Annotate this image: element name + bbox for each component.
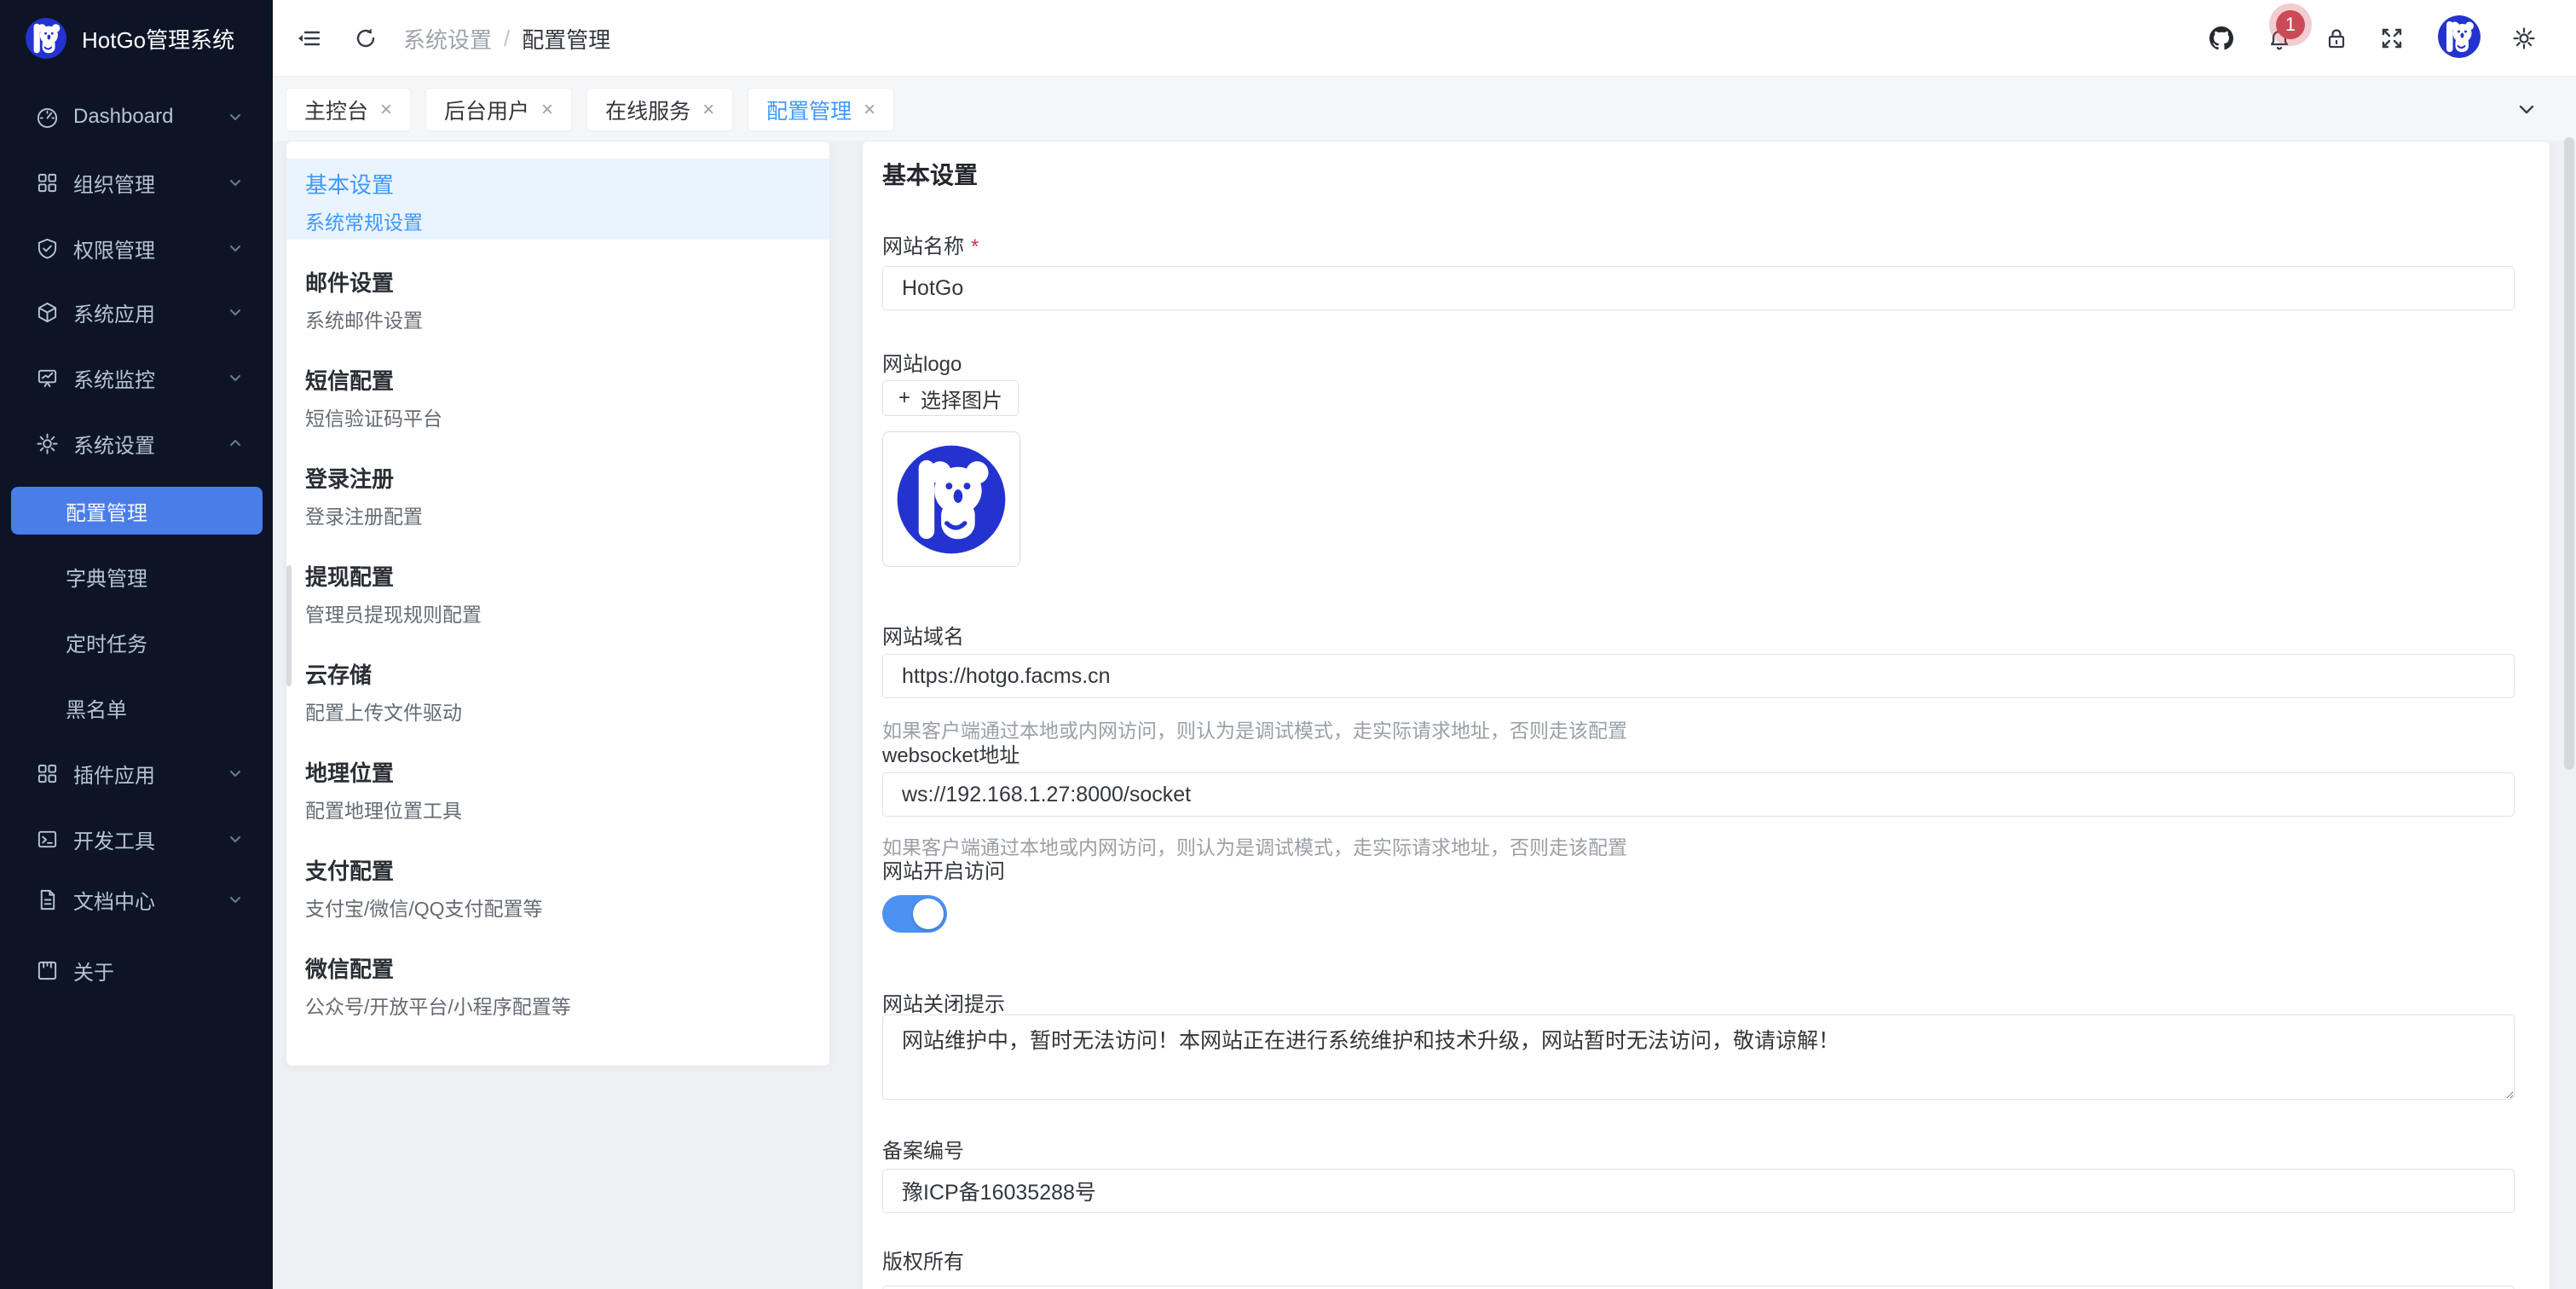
copyright-input[interactable] <box>882 1286 2515 1289</box>
terminal-icon <box>36 828 59 851</box>
icp-label: 备案编号 <box>882 1134 964 1164</box>
menu-item-basic-settings[interactable]: 基本设置 系统常规设置 <box>286 159 829 240</box>
content-area: 基本设置 系统常规设置 邮件设置 系统邮件设置 短信配置 短信验证码平台 登录注… <box>273 141 2576 1289</box>
chevron-down-icon <box>227 830 244 847</box>
toggle-knob <box>913 899 944 929</box>
websocket-input[interactable] <box>882 772 2515 817</box>
app-logo-icon <box>26 18 66 59</box>
site-access-toggle[interactable] <box>882 895 947 933</box>
menu-item-login-register[interactable]: 登录注册 登录注册配置 <box>286 453 829 534</box>
sidebar-item-cron-tasks[interactable]: 定时任务 <box>11 618 263 666</box>
chevron-down-icon <box>227 174 244 191</box>
sidebar-item-config-management[interactable]: 配置管理 <box>11 487 263 535</box>
sidebar-item-about[interactable]: 关于 <box>11 946 263 994</box>
menu-item-mail-settings[interactable]: 邮件设置 系统邮件设置 <box>286 257 829 338</box>
close-icon[interactable]: × <box>380 100 392 120</box>
sidebar-item-organization[interactable]: 组织管理 <box>11 159 263 206</box>
closed-tip-label: 网站关闭提示 <box>882 987 1005 1017</box>
dashboard-icon <box>36 106 59 129</box>
breadcrumb-parent[interactable]: 系统设置 <box>403 23 492 55</box>
sidebar-item-system-apps[interactable]: 系统应用 <box>11 288 263 336</box>
sidebar-item-dev-tools[interactable]: 开发工具 <box>11 815 263 863</box>
chevron-down-icon <box>227 765 244 782</box>
grid-icon <box>36 171 59 194</box>
notification-badge: 1 <box>2276 10 2305 39</box>
sidebar-item-dictionary[interactable]: 字典管理 <box>11 552 263 600</box>
sidebar-item-permissions[interactable]: 权限管理 <box>11 224 263 272</box>
tab-dashboard[interactable]: 主控台 × <box>286 88 411 131</box>
site-access-label: 网站开启访问 <box>882 854 1005 884</box>
pick-image-button[interactable]: + 选择图片 <box>882 380 1019 416</box>
app-logo-row[interactable]: HotGo管理系统 <box>0 0 273 77</box>
cube-icon <box>36 301 59 324</box>
menu-scrollbar-thumb[interactable] <box>286 565 292 686</box>
chevron-down-icon <box>227 891 244 908</box>
chevron-down-icon <box>227 303 244 321</box>
close-icon[interactable]: × <box>541 100 553 120</box>
menu-item-sms-settings[interactable]: 短信配置 短信验证码平台 <box>286 355 829 436</box>
refresh-icon[interactable] <box>354 26 378 50</box>
chevron-up-icon <box>227 435 244 452</box>
close-icon[interactable]: × <box>702 100 714 120</box>
menu-item-cloud-storage[interactable]: 云存储 配置上传文件驱动 <box>286 649 829 730</box>
breadcrumb-separator: / <box>504 26 510 52</box>
sidebar-item-plugins[interactable]: 插件应用 <box>11 749 263 797</box>
chevron-down-icon[interactable] <box>2516 99 2537 119</box>
site-logo-label: 网站logo <box>882 347 962 377</box>
site-domain-label: 网站域名 <box>882 620 964 650</box>
lock-icon[interactable] <box>2325 26 2348 50</box>
plus-icon: + <box>898 386 910 410</box>
menu-item-payment-settings[interactable]: 支付配置 支付宝/微信/QQ支付配置等 <box>286 845 829 926</box>
document-icon <box>36 888 59 911</box>
menu-item-wechat-settings[interactable]: 微信配置 公众号/开放平台/小程序配置等 <box>286 943 829 1024</box>
basic-settings-form: 基本设置 网站名称* 网站logo + 选择图片 网站域名 如果客户端通过本地或… <box>863 142 2550 1289</box>
required-asterisk: * <box>971 235 979 258</box>
form-title: 基本设置 <box>882 157 978 191</box>
chevron-down-icon <box>227 240 244 257</box>
grid-icon <box>36 762 59 785</box>
site-logo-thumbnail[interactable] <box>882 431 1020 567</box>
breadcrumb-current[interactable]: 配置管理 <box>522 23 610 55</box>
settings-menu-panel: 基本设置 系统常规设置 邮件设置 系统邮件设置 短信配置 短信验证码平台 登录注… <box>286 142 829 1066</box>
header: 系统设置 / 配置管理 1 <box>273 0 2576 77</box>
about-icon <box>36 959 59 982</box>
menu-item-withdraw-settings[interactable]: 提现配置 管理员提现规则配置 <box>286 551 829 632</box>
sidebar-item-dashboard[interactable]: Dashboard <box>11 93 263 141</box>
site-domain-input[interactable] <box>882 654 2515 698</box>
chevron-down-icon <box>227 108 244 125</box>
breadcrumb: 系统设置 / 配置管理 <box>403 0 610 77</box>
monitor-chart-icon <box>36 367 59 390</box>
sidebar-item-system-settings[interactable]: 系统设置 <box>11 419 263 467</box>
tab-admin-users[interactable]: 后台用户 × <box>425 88 572 131</box>
github-icon[interactable] <box>2209 26 2233 50</box>
site-name-label: 网站名称* <box>882 229 979 259</box>
site-name-input[interactable] <box>882 266 2515 310</box>
settings-gear-icon[interactable] <box>2512 26 2536 50</box>
tab-online-service[interactable]: 在线服务 × <box>586 88 733 131</box>
sidebar: HotGo管理系统 Dashboard 组织管理 权限管理 系统应用 系统监控 … <box>0 0 273 1289</box>
fullscreen-icon[interactable] <box>2380 26 2404 50</box>
closed-tip-textarea[interactable]: 网站维护中，暂时无法访问！本网站正在进行系统维护和技术升级，网站暂时无法访问，敬… <box>882 1014 2515 1100</box>
user-avatar[interactable] <box>2438 15 2481 58</box>
sidebar-item-monitoring[interactable]: 系统监控 <box>11 354 263 402</box>
copyright-label: 版权所有 <box>882 1245 964 1275</box>
menu-fold-icon[interactable] <box>297 26 321 50</box>
sidebar-item-docs[interactable]: 文档中心 <box>11 876 263 923</box>
tab-config-management[interactable]: 配置管理 × <box>748 88 894 131</box>
close-icon[interactable]: × <box>863 100 875 120</box>
sidebar-item-blacklist[interactable]: 黑名单 <box>11 684 263 731</box>
websocket-label: websocket地址 <box>882 738 1019 768</box>
gear-icon <box>36 432 59 455</box>
page-scrollbar[interactable] <box>2564 137 2574 770</box>
tab-strip: 主控台 × 后台用户 × 在线服务 × 配置管理 × <box>273 77 2576 141</box>
app-title: HotGo管理系统 <box>82 23 234 55</box>
icp-input[interactable] <box>882 1169 2515 1213</box>
shield-check-icon <box>36 237 59 260</box>
menu-item-geolocation[interactable]: 地理位置 配置地理位置工具 <box>286 747 829 828</box>
chevron-down-icon <box>227 369 244 386</box>
